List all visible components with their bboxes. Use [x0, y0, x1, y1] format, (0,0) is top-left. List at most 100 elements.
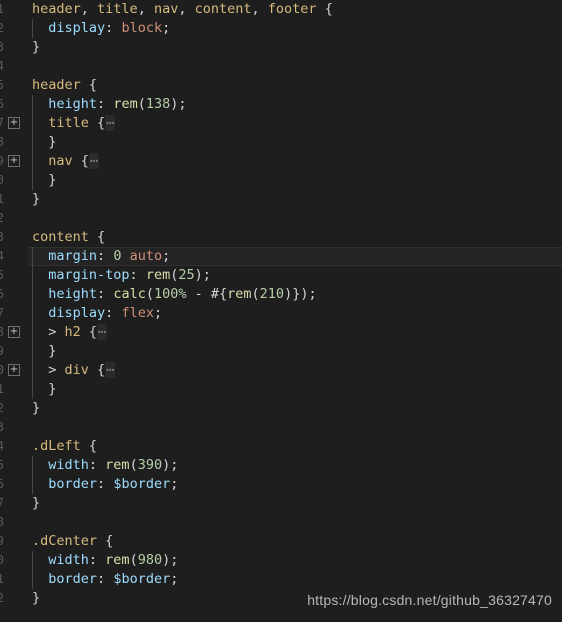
- code-token-pun: [32, 20, 48, 36]
- code-line[interactable]: title {⋯: [28, 114, 562, 133]
- code-line[interactable]: }: [28, 399, 562, 418]
- line-number: 25: [0, 458, 4, 472]
- code-token-pun: {: [88, 115, 106, 131]
- code-token-pun: );: [170, 96, 187, 112]
- code-line[interactable]: }: [28, 342, 562, 361]
- code-token-prop: display: [48, 20, 106, 36]
- fold-expand-icon[interactable]: +: [8, 117, 20, 129]
- code-line[interactable]: display: flex;: [28, 304, 562, 323]
- code-token-cls: .dCenter: [32, 533, 98, 549]
- code-token-num: 210: [259, 286, 285, 302]
- code-line[interactable]: }: [28, 38, 562, 57]
- code-line[interactable]: width: rem(390);: [28, 456, 562, 475]
- code-token-pun: (: [251, 286, 260, 302]
- gutter-row: 15: [0, 266, 28, 285]
- code-line[interactable]: }: [28, 190, 562, 209]
- code-token-prop: width: [48, 552, 89, 568]
- code-line[interactable]: height: calc(100% - #{rem(210)});: [28, 285, 562, 304]
- line-number: 8: [0, 135, 4, 149]
- code-token-pun: ;: [170, 476, 179, 492]
- code-line[interactable]: header, title, nav, content, footer {: [28, 0, 562, 19]
- code-line[interactable]: margin: 0 auto;: [28, 247, 562, 266]
- code-token-fold-ellipsis: ⋯: [105, 362, 116, 378]
- gutter-row: 29: [0, 532, 28, 551]
- code-token-pun: )});: [284, 286, 317, 302]
- code-token-fold-ellipsis: ⋯: [97, 324, 108, 340]
- code-token-pun: );: [194, 267, 211, 283]
- code-line[interactable]: [28, 209, 562, 228]
- fold-expand-icon[interactable]: +: [8, 155, 20, 167]
- line-number: 6: [0, 97, 4, 111]
- code-line[interactable]: border: $border;: [28, 475, 562, 494]
- code-token-pun: [32, 115, 48, 131]
- line-number: 12: [0, 211, 4, 225]
- code-token-prop: margin-top: [48, 267, 130, 283]
- code-line[interactable]: .dCenter {: [28, 532, 562, 551]
- code-token-sel: content: [194, 1, 252, 17]
- code-line[interactable]: .dLeft {: [28, 437, 562, 456]
- code-line[interactable]: margin-top: rem(25);: [28, 266, 562, 285]
- gutter-row: 11: [0, 190, 28, 209]
- code-line[interactable]: > h2 {⋯: [28, 323, 562, 342]
- line-number: 19: [0, 344, 4, 358]
- code-token-pun: {: [88, 362, 106, 378]
- line-number: 7: [0, 116, 4, 130]
- gutter-row: 13: [0, 228, 28, 247]
- code-token-fn: rem: [105, 457, 130, 473]
- code-line[interactable]: display: block;: [28, 19, 562, 38]
- gutter-row: 22: [0, 399, 28, 418]
- gutter-row: 31: [0, 570, 28, 589]
- gutter-row: 20 +: [0, 361, 28, 380]
- code-token-pun: (: [137, 96, 146, 112]
- code-line[interactable]: }: [28, 494, 562, 513]
- gutter-row: 21: [0, 380, 28, 399]
- code-token-pun: {: [88, 229, 106, 245]
- code-content[interactable]: header, title, nav, content, footer { di…: [28, 0, 562, 622]
- code-token-prop: border: [48, 476, 98, 492]
- code-token-prop: display: [48, 305, 106, 321]
- code-token-pun: ;: [170, 571, 179, 587]
- line-number: 26: [0, 477, 4, 491]
- gutter-row: 17: [0, 304, 28, 323]
- code-line[interactable]: content {: [28, 228, 562, 247]
- code-line[interactable]: > div {⋯: [28, 361, 562, 380]
- code-token-num: 25: [178, 267, 195, 283]
- code-line[interactable]: }: [28, 133, 562, 152]
- code-token-prop: height: [48, 286, 98, 302]
- code-line[interactable]: [28, 513, 562, 532]
- code-token-pun: :: [97, 248, 114, 264]
- code-token-num: 138: [145, 96, 171, 112]
- code-token-sel: footer: [267, 1, 317, 17]
- code-line[interactable]: height: rem(138);: [28, 95, 562, 114]
- gutter-row: 26: [0, 475, 28, 494]
- code-token-fold-ellipsis: ⋯: [105, 115, 116, 131]
- code-token-var: $border: [113, 571, 171, 587]
- code-token-sel: content: [32, 229, 89, 245]
- code-line[interactable]: nav {⋯: [28, 152, 562, 171]
- code-editor[interactable]: 1234567+89+101112131415161718+1920+21222…: [0, 0, 562, 622]
- code-token-pun: [32, 286, 48, 302]
- fold-expand-icon[interactable]: +: [8, 326, 20, 338]
- code-line[interactable]: border: $border;: [28, 570, 562, 589]
- code-line[interactable]: }: [28, 380, 562, 399]
- code-line[interactable]: }: [28, 171, 562, 190]
- code-token-fn: rem: [105, 552, 130, 568]
- code-line[interactable]: width: rem(980);: [28, 551, 562, 570]
- line-number: 4: [0, 59, 4, 73]
- code-token-pun: #{: [210, 286, 228, 302]
- code-token-pun: :: [105, 20, 122, 36]
- code-token-fn: calc: [113, 286, 146, 302]
- fold-expand-icon[interactable]: +: [8, 364, 20, 376]
- code-token-num: 100%: [153, 286, 187, 302]
- code-line[interactable]: header {: [28, 76, 562, 95]
- line-number: 31: [0, 572, 4, 586]
- code-token-pun: }: [32, 191, 41, 207]
- editor-gutter[interactable]: 1234567+89+101112131415161718+1920+21222…: [0, 0, 28, 622]
- code-line[interactable]: [28, 57, 562, 76]
- code-token-pun: }: [32, 39, 41, 55]
- code-token-pun: ,: [80, 1, 98, 17]
- code-token-pun: :: [129, 267, 146, 283]
- gutter-row: 1: [0, 0, 28, 19]
- code-line[interactable]: [28, 418, 562, 437]
- gutter-row: 8: [0, 133, 28, 152]
